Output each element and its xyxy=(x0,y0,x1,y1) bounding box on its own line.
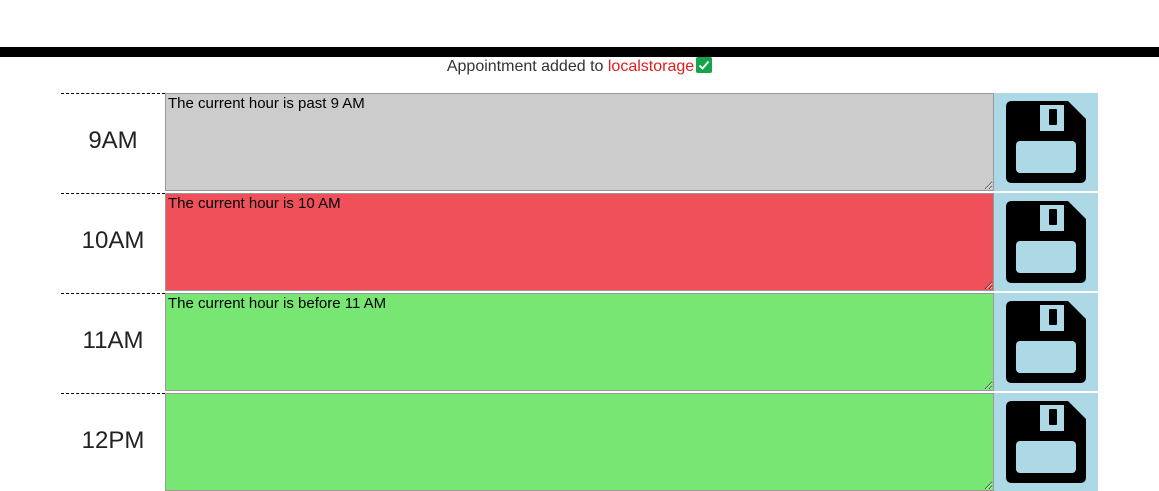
save-button[interactable] xyxy=(994,293,1098,391)
save-icon xyxy=(1006,201,1086,283)
time-block: 10AM The current hour is 10 AM xyxy=(61,193,1098,291)
time-block: 11AM The current hour is before 11 AM xyxy=(61,293,1098,391)
save-icon xyxy=(1006,101,1086,183)
notice-storage-label: localstorage xyxy=(607,58,695,75)
hour-label: 11AM xyxy=(61,293,165,391)
description-textarea[interactable]: The current hour is before 11 AM xyxy=(165,293,994,391)
hour-label: 10AM xyxy=(61,193,165,291)
save-button[interactable] xyxy=(994,93,1098,191)
save-icon xyxy=(1006,301,1086,383)
save-notice: Appointment added to localstorage xyxy=(0,57,1159,77)
description-textarea[interactable] xyxy=(165,393,994,491)
notice-text: Appointment added to xyxy=(446,58,604,75)
header-divider xyxy=(0,47,1159,57)
save-button[interactable] xyxy=(994,393,1098,491)
save-button[interactable] xyxy=(994,193,1098,291)
description-textarea[interactable]: The current hour is past 9 AM xyxy=(165,93,994,191)
hour-label: 12PM xyxy=(61,393,165,491)
time-block: 12PM xyxy=(61,393,1098,491)
check-icon xyxy=(696,57,713,73)
time-block: 9AM The current hour is past 9 AM xyxy=(61,93,1098,191)
save-icon xyxy=(1006,401,1086,483)
hour-label: 9AM xyxy=(61,93,165,191)
description-textarea[interactable]: The current hour is 10 AM xyxy=(165,193,994,291)
